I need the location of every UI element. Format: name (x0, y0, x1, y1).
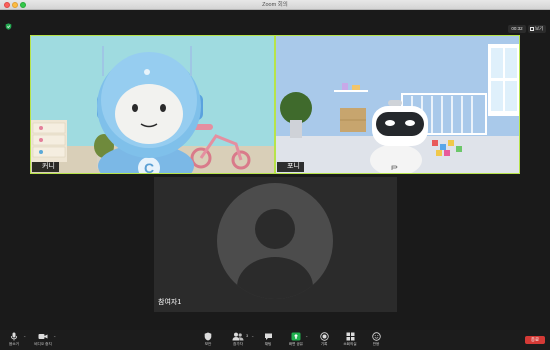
chat-button[interactable]: 채팅 (254, 332, 282, 347)
svg-text:C: C (144, 160, 154, 173)
participants-label: 참가자 (233, 342, 243, 346)
chevron-up-icon[interactable]: ⌃ (305, 335, 308, 340)
chat-label: 채팅 (264, 342, 272, 346)
share-screen-icon (291, 332, 301, 341)
view-label: 보기 (535, 26, 544, 31)
microphone-icon (10, 332, 18, 341)
reactions-button[interactable]: 반응 (362, 332, 390, 347)
meeting-toolbar: 음소거 ⌃ 비디오 중지 ⌃ 보안 참가자 3 ⌃ 채팅 화면 공유 ⌃ 기록 … (0, 330, 550, 350)
person-icon (237, 209, 313, 299)
breakout-rooms-icon (346, 332, 354, 341)
default-avatar (217, 183, 333, 299)
record-icon (319, 332, 329, 341)
grid-view-icon (530, 26, 534, 31)
meeting-timer: 00:32 (508, 25, 526, 33)
view-button[interactable]: 보기 (528, 25, 546, 33)
participant-name-tag: 커니 (32, 162, 59, 172)
participants-count: 3 (246, 333, 249, 338)
breakout-rooms-button[interactable]: 소회의실 (336, 332, 364, 347)
stop-video-label: 비디오 중지 (34, 342, 52, 346)
video-feed-1: C (31, 36, 274, 173)
reactions-label: 반응 (372, 342, 380, 346)
participant-name-tag: 포니 (277, 162, 304, 172)
share-screen-label: 화면 공유 (288, 342, 304, 346)
video-tile-participant-3[interactable]: 참여자1 (154, 177, 397, 312)
chevron-up-icon[interactable]: ⌃ (53, 335, 56, 340)
record-button[interactable]: 기록 (310, 332, 338, 347)
participant-name-tag: 참여자1 (158, 299, 182, 306)
window-title: Zoom 회의 (262, 2, 288, 8)
window-titlebar: Zoom 회의 (0, 0, 550, 10)
security-label: 보안 (204, 342, 212, 346)
chat-icon (264, 333, 272, 340)
shield-icon[interactable] (5, 23, 12, 30)
chevron-up-icon[interactable]: ⌃ (23, 335, 26, 340)
record-label: 기록 (320, 342, 328, 346)
security-shield-icon (204, 332, 212, 341)
smiley-icon (371, 332, 381, 341)
end-meeting-button[interactable]: 종료 (525, 336, 545, 344)
video-tile-participant-1[interactable]: C 커니 (30, 35, 275, 174)
breakout-rooms-label: 소회의실 (343, 342, 357, 346)
video-tile-participant-2[interactable]: 포니 (275, 35, 520, 174)
video-feed-2 (276, 36, 519, 173)
mute-label: 음소거 (9, 342, 19, 346)
participants-icon (232, 332, 244, 341)
video-camera-icon (38, 334, 48, 339)
security-button[interactable]: 보안 (194, 332, 222, 347)
